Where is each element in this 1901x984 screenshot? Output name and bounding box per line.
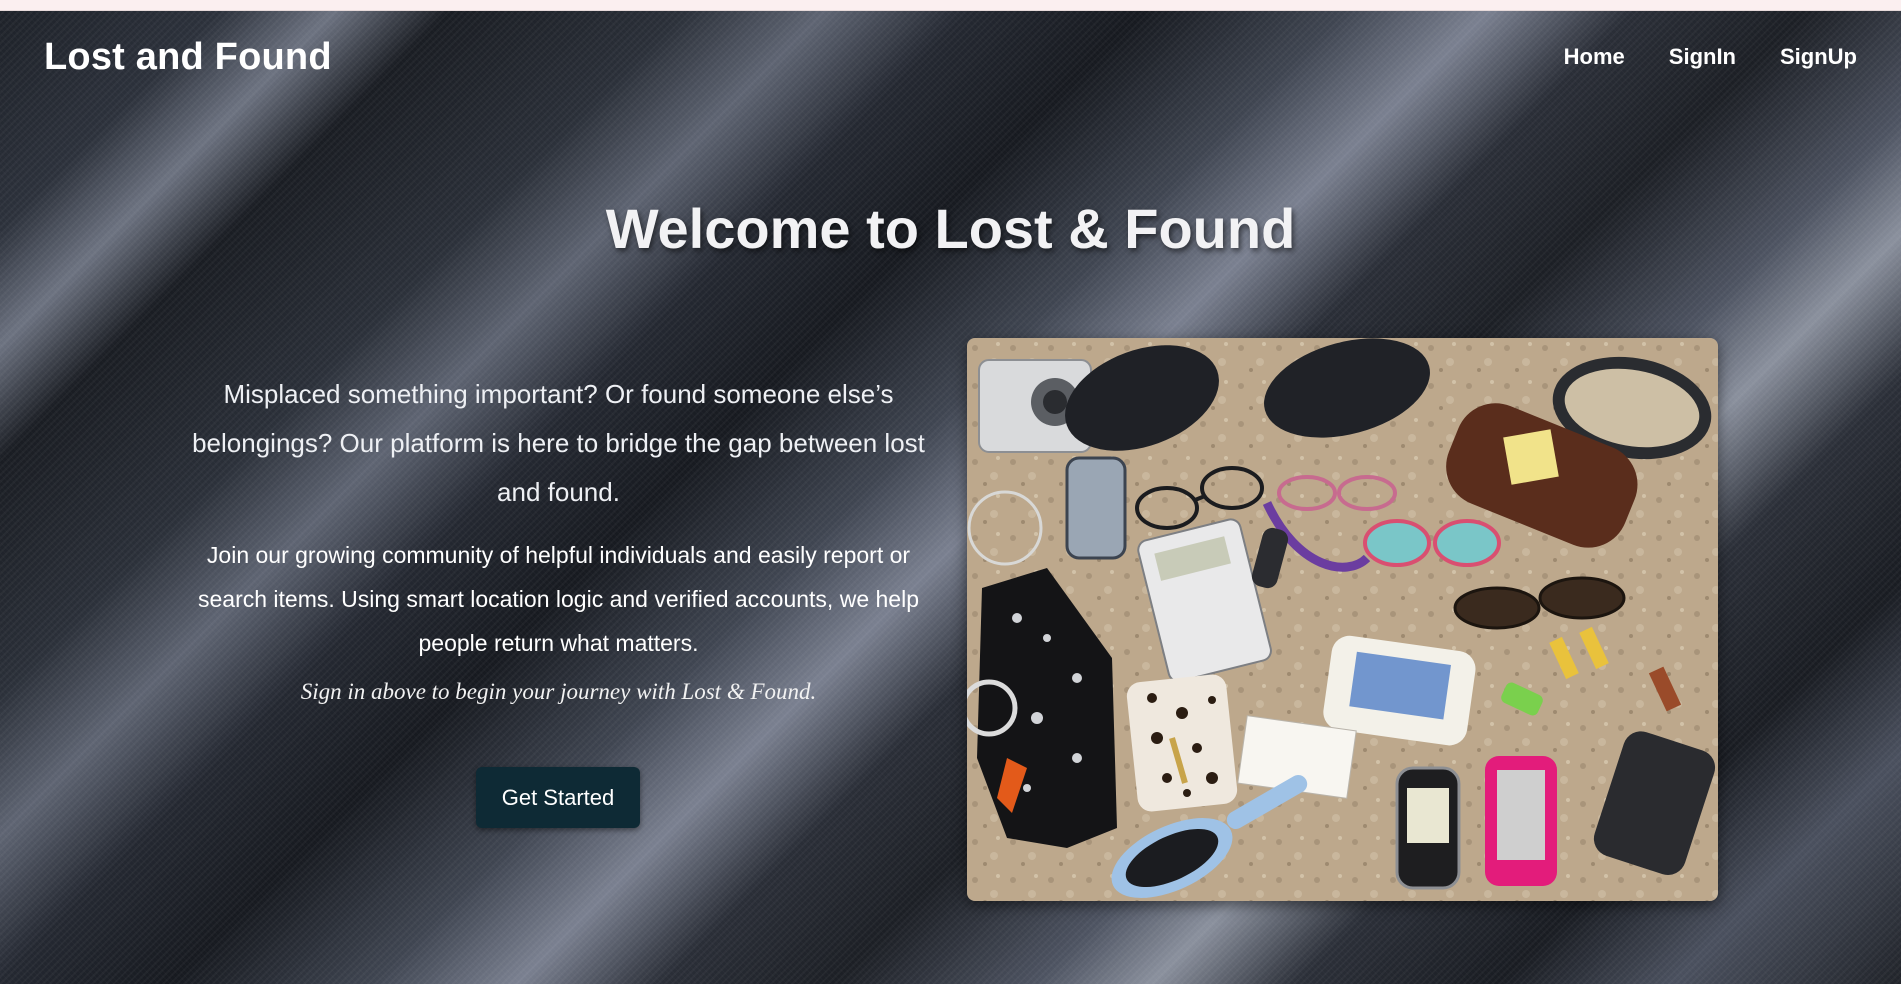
brand-logo[interactable]: Lost and Found — [44, 36, 332, 79]
nav-link-home[interactable]: Home — [1564, 44, 1625, 70]
nav-link-signin[interactable]: SignIn — [1669, 44, 1736, 70]
nav-link-signup[interactable]: SignUp — [1780, 44, 1857, 70]
hero-title: Welcome to Lost & Found — [605, 197, 1296, 260]
hero-lead-text: Misplaced something important? Or found … — [192, 379, 925, 507]
navbar: Lost and Found Home SignIn SignUp — [0, 10, 1901, 105]
hero-signin-note: Sign in above to begin your journey with… — [300, 679, 817, 704]
hero-text-column: Misplaced something important? Or found … — [190, 370, 927, 705]
nav-links: Home SignIn SignUp — [1564, 44, 1857, 70]
hero-body-text: Join our growing community of helpful in… — [197, 542, 919, 656]
lost-items-photo — [967, 338, 1718, 901]
get-started-button[interactable]: Get Started — [476, 767, 640, 828]
